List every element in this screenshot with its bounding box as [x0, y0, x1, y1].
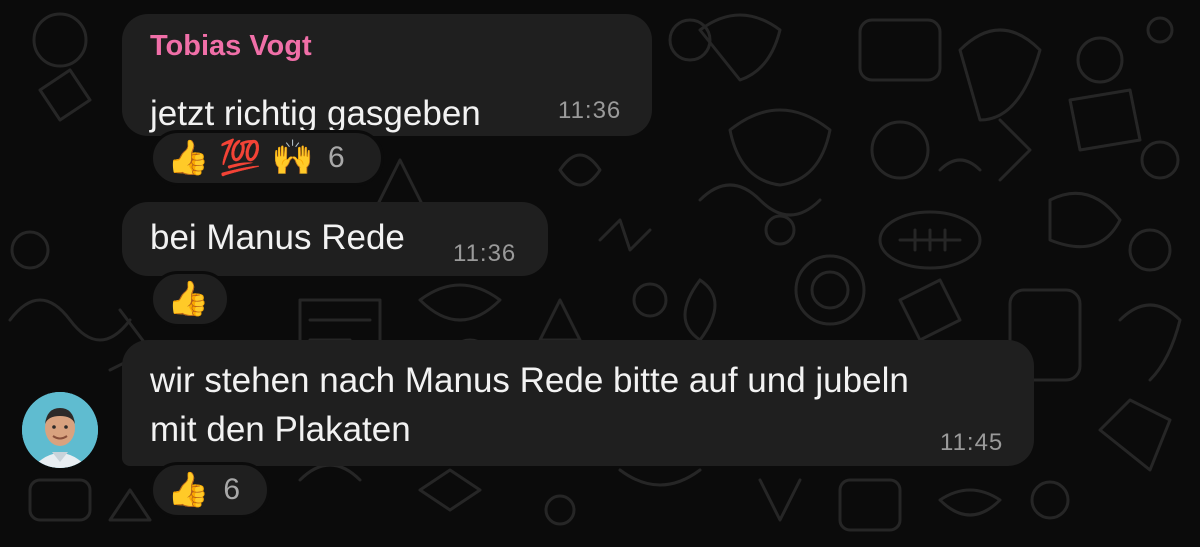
- message-time: 11:36: [453, 240, 517, 267]
- message-text: bei Manus Rede: [150, 218, 405, 257]
- message-time: 11:36: [558, 97, 622, 124]
- thumbs-up-icon: 👍: [167, 279, 210, 319]
- message-text-line-1: wir stehen nach Manus Rede bitte auf und…: [150, 361, 909, 400]
- raising-hands-icon: 🙌: [271, 138, 315, 178]
- sender-name[interactable]: Tobias Vogt: [150, 30, 312, 63]
- reaction-count: 6: [223, 473, 241, 506]
- message-text-line-2: mit den Plakaten: [150, 410, 411, 449]
- message-time: 11:45: [940, 429, 1004, 456]
- avatar[interactable]: [22, 392, 98, 468]
- reactions-bar[interactable]: 👍 6: [150, 462, 270, 518]
- thumbs-up-icon: 👍: [167, 138, 210, 178]
- reaction-count: 6: [328, 141, 345, 174]
- user-avatar-photo: [22, 392, 98, 468]
- reactions-bar[interactable]: 👍 💯 🙌 6: [150, 130, 384, 186]
- message-bubble[interactable]: wir stehen nach Manus Rede bitte auf und…: [122, 340, 1034, 466]
- hundred-points-icon: 💯: [219, 138, 262, 178]
- message-bubble[interactable]: Tobias Vogt jetzt richtig gasgeben 11:36: [122, 14, 652, 136]
- thumbs-up-icon: 👍: [167, 470, 210, 510]
- reactions-bar[interactable]: 👍: [150, 271, 230, 327]
- message-bubble[interactable]: bei Manus Rede 11:36: [122, 202, 548, 276]
